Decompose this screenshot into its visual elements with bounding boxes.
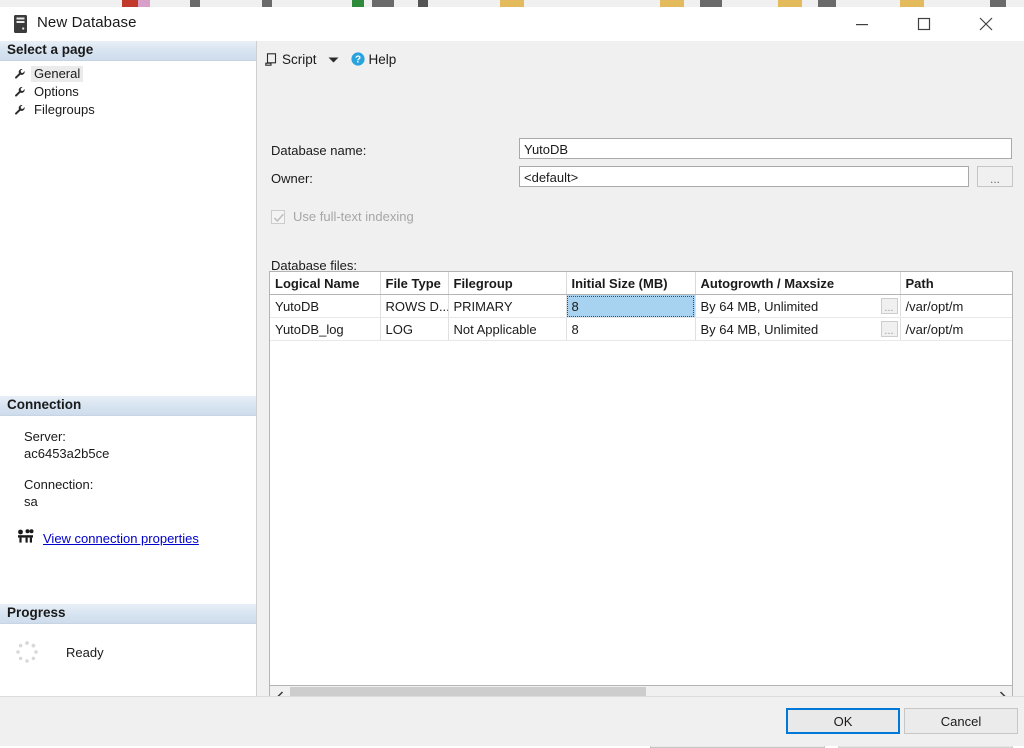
svg-text:?: ? <box>354 55 360 66</box>
cell-filegroup[interactable]: PRIMARY <box>448 295 566 318</box>
sidebar-item-options[interactable]: Options <box>0 83 256 101</box>
bg-chip <box>190 0 200 7</box>
bg-chip <box>700 0 722 7</box>
use-fulltext-indexing-checkbox[interactable]: Use full-text indexing <box>271 209 414 224</box>
cell-path[interactable]: /var/opt/m <box>900 318 1013 341</box>
server-value: ac6453a2b5ce <box>24 445 256 462</box>
column-header-autogrowth[interactable]: Autogrowth / Maxsize <box>695 272 900 295</box>
column-header-path[interactable]: Path <box>900 272 1013 295</box>
cell-file-type[interactable]: ROWS D... <box>380 295 448 318</box>
right-content-panel: Script ? Help Database name: Yut <box>257 41 1024 696</box>
progress-header: Progress <box>0 604 256 624</box>
cell-filegroup[interactable]: Not Applicable <box>448 318 566 341</box>
help-button[interactable]: ? Help <box>339 47 397 71</box>
database-server-icon <box>14 15 27 33</box>
database-name-label: Database name: <box>271 143 366 158</box>
column-header-filegroup[interactable]: Filegroup <box>448 272 566 295</box>
maximize-icon <box>917 17 931 31</box>
connection-header: Connection <box>0 396 256 416</box>
cell-logical-name[interactable]: YutoDB <box>270 295 380 318</box>
bg-chip <box>418 0 428 7</box>
owner-input[interactable]: <default> <box>519 166 969 187</box>
spinner-icon <box>14 639 40 665</box>
progress-section: Progress <box>0 604 256 665</box>
column-header-initial-size[interactable]: Initial Size (MB) <box>566 272 695 295</box>
minimize-button[interactable] <box>839 7 885 40</box>
checkbox-label: Use full-text indexing <box>293 209 414 224</box>
database-name-input[interactable]: YutoDB <box>519 138 1012 159</box>
sidebar-item-filegroups[interactable]: Filegroups <box>0 101 256 119</box>
cancel-button[interactable]: Cancel <box>904 708 1018 734</box>
script-icon <box>265 53 278 66</box>
autogrowth-browse-button[interactable]: ... <box>881 298 898 314</box>
select-a-page-header: Select a page <box>0 41 256 61</box>
sidebar-item-label: Options <box>31 84 82 100</box>
checkbox-box <box>271 210 285 224</box>
bg-chip <box>262 0 272 7</box>
cell-file-type[interactable]: LOG <box>380 318 448 341</box>
view-connection-properties-link[interactable]: View connection properties <box>43 531 199 546</box>
chevron-down-icon[interactable] <box>328 52 339 67</box>
dialog-toolbar: Script ? Help <box>257 41 1024 78</box>
bg-chip <box>500 0 524 7</box>
bg-chip <box>990 0 1006 7</box>
sidebar-item-label: Filegroups <box>31 102 98 118</box>
bg-chip <box>352 0 364 7</box>
column-header-file-type[interactable]: File Type <box>380 272 448 295</box>
connection-value: sa <box>24 493 256 510</box>
ok-button[interactable]: OK <box>786 708 900 734</box>
cell-autogrowth[interactable]: By 64 MB, Unlimited ... <box>695 295 900 318</box>
autogrowth-browse-button[interactable]: ... <box>881 321 898 337</box>
bg-chip <box>900 0 924 7</box>
general-page-form: Database name: YutoDB Owner: <default> .… <box>257 77 1024 696</box>
minimize-icon <box>855 17 869 31</box>
title-bar: New Database <box>0 7 1024 42</box>
bg-chip <box>818 0 836 7</box>
progress-status: Ready <box>66 645 104 660</box>
bg-chip <box>138 0 150 7</box>
wrench-icon <box>14 86 26 98</box>
cell-initial-size[interactable]: 8 <box>566 295 695 318</box>
bg-chip <box>372 0 394 7</box>
close-icon <box>978 16 994 32</box>
help-circle-icon: ? <box>351 52 365 66</box>
wrench-icon <box>14 104 26 116</box>
table-row[interactable]: YutoDB_log LOG Not Applicable 8 By 64 MB… <box>270 318 1013 341</box>
table-row[interactable]: YutoDB ROWS D... PRIMARY 8 By 64 MB, Unl… <box>270 295 1013 318</box>
connection-properties-icon <box>16 529 35 547</box>
page-list: General Options Filegroups <box>0 61 256 119</box>
dialog-footer: OK Cancel <box>0 696 1024 746</box>
cell-autogrowth[interactable]: By 64 MB, Unlimited ... <box>695 318 900 341</box>
database-files-grid[interactable]: Logical Name File Type Filegroup Initial… <box>269 271 1013 686</box>
connection-label: Connection: <box>24 476 256 493</box>
bg-chip <box>778 0 802 7</box>
new-database-dialog: New Database Select a page <box>0 7 1024 745</box>
bg-chip <box>122 0 138 7</box>
close-button[interactable] <box>963 7 1009 40</box>
help-label: Help <box>369 52 397 67</box>
cell-path[interactable]: /var/opt/m <box>900 295 1013 318</box>
cell-logical-name[interactable]: YutoDB_log <box>270 318 380 341</box>
script-label: Script <box>282 52 317 67</box>
left-navigation-panel: Select a page General Options <box>0 41 257 696</box>
owner-browse-button[interactable]: ... <box>977 166 1013 187</box>
wrench-icon <box>14 68 26 80</box>
cell-autogrowth-text: By 64 MB, Unlimited <box>701 299 819 314</box>
maximize-button[interactable] <box>901 7 947 40</box>
cell-autogrowth-text: By 64 MB, Unlimited <box>701 322 819 337</box>
window-title: New Database <box>37 14 137 31</box>
owner-label: Owner: <box>271 171 313 186</box>
sidebar-item-general[interactable]: General <box>0 65 256 83</box>
checkmark-icon <box>273 212 285 224</box>
server-label: Server: <box>24 428 256 445</box>
column-header-logical-name[interactable]: Logical Name <box>270 272 380 295</box>
grid-header-row: Logical Name File Type Filegroup Initial… <box>270 272 1013 295</box>
cell-initial-size[interactable]: 8 <box>566 318 695 341</box>
sidebar-item-label: General <box>31 66 83 82</box>
script-button[interactable]: Script <box>265 47 317 71</box>
connection-section: Connection Server: ac6453a2b5ce Connecti… <box>0 396 256 547</box>
bg-chip <box>660 0 684 7</box>
